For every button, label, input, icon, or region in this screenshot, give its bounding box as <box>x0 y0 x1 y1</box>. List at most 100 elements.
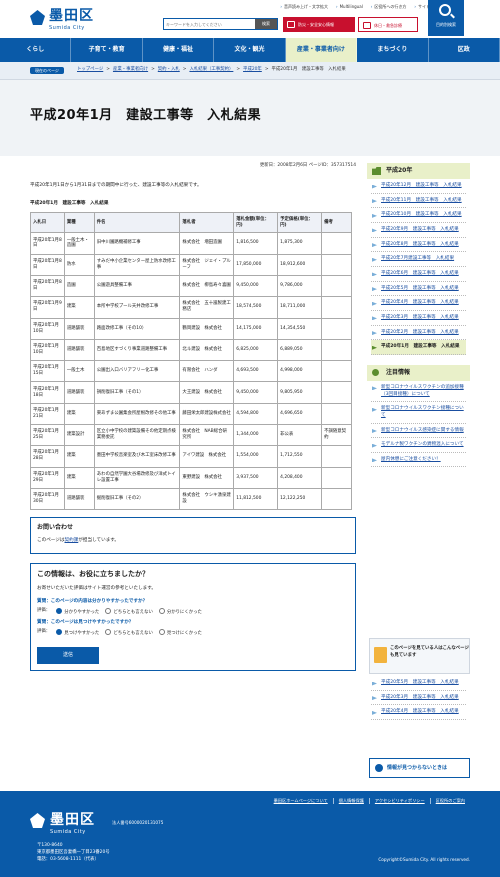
sidebar-item[interactable]: 平成20年6月 建設工事等 入札結果 <box>371 267 466 282</box>
nav-item[interactable]: 文化・観光 <box>214 38 286 62</box>
sidebar-item[interactable]: 平成20年5月 建設工事等 入札結果 <box>371 282 466 297</box>
sidebar-item[interactable]: 平成20年2月 建設工事等 入札結果 <box>371 326 466 341</box>
related-pages-title: このページを見ている人はこんなページも見ています <box>390 646 469 658</box>
contact-text-post: が担当しています。 <box>78 538 120 544</box>
sidebar-item[interactable]: 平成20年3月 建設工事等 入札結果 <box>371 691 466 706</box>
table-cell: 東野建設 株式会社 <box>179 466 235 489</box>
sidebar-link[interactable]: 平成20年4月 建設工事等 入札結果 <box>381 709 459 714</box>
sidebar-link[interactable]: 平成20年4月 建設工事等 入札結果 <box>381 300 459 305</box>
sidebar-link[interactable]: 平成20年10月 建設工事等 入札結果 <box>381 212 462 217</box>
breadcrumb-link[interactable]: トップページ <box>77 67 103 73</box>
emergency-info-button[interactable]: 防災・安全安心情報 <box>283 17 355 32</box>
sidebar-item[interactable]: 平成20年4月 建設工事等 入札結果 <box>371 705 466 720</box>
radio-option[interactable]: 見つけにくかった <box>159 629 202 637</box>
submit-button[interactable]: 送信 <box>37 647 99 665</box>
utility-link[interactable]: 区役所への行き方 <box>371 4 406 9</box>
nav-item-active[interactable]: 産業・事業者向け <box>285 38 358 62</box>
contact-link[interactable]: 契約課 <box>64 538 78 543</box>
not-found-button[interactable]: 情報が見つからないときは <box>369 758 470 778</box>
feedback-options: 評価： 分かりやすかった どちらとも言えない 分かりにくかった <box>37 608 349 616</box>
nav-item[interactable]: 子育て・教育 <box>71 38 143 62</box>
utility-link[interactable]: Multilingual <box>336 4 363 9</box>
sidebar-link[interactable]: 平成20年12月 建設工事等 入札結果 <box>381 183 462 188</box>
radio-option[interactable]: 分かりやすかった <box>56 608 99 616</box>
sidebar-item[interactable]: 新型コロナウイルスワクチンの追加接種（3回目接種）について <box>371 381 466 403</box>
sidebar-item[interactable]: 新型コロナウイルス感染症に関する情報 <box>371 424 466 439</box>
sidebar-link[interactable]: 新型コロナウイルスワクチン接種について <box>381 406 464 418</box>
table-cell: 掘削復旧工事（その2） <box>93 487 181 511</box>
table-cell: 平成20年1月8日 <box>30 232 65 255</box>
rating-label: 評価： <box>37 629 51 635</box>
sidebar-item[interactable]: 新型コロナウイルスワクチン接種について <box>371 402 466 424</box>
nav-item[interactable]: くらし <box>0 38 72 62</box>
sidebar-link[interactable]: 平成20年6月 建設工事等 入札結果 <box>381 271 459 276</box>
col-header: 落札者 <box>179 212 235 234</box>
table-cell: 株式会社 ジェイ・プルーフ <box>179 253 235 276</box>
nav-item[interactable]: 区政 <box>429 38 500 62</box>
footer-link[interactable]: アクセシビリティポリシー <box>368 798 430 804</box>
corporate-number: 法人番号6000020131075 <box>112 820 164 825</box>
table-cell: 一般土木・造園 <box>63 232 95 255</box>
sidebar-item[interactable]: 平成20年4月 建設工事等 入札結果 <box>371 296 466 311</box>
address-line: 東京都墨田区吾妻橋一丁目23番20号 <box>37 849 110 855</box>
footer-link[interactable]: 個人情報保護 <box>332 798 369 804</box>
breadcrumb-link[interactable]: 平成20年 <box>243 67 262 73</box>
holiday-clinic-button[interactable]: 休日・救急診療 <box>358 17 418 32</box>
radio-option[interactable]: 見つけやすかった <box>56 629 99 637</box>
nav-item[interactable]: まちづくり <box>357 38 429 62</box>
table-cell: 平成20年1月21日 <box>30 402 65 425</box>
sidebar-item[interactable]: 平成20年10月 建設工事等 入札結果 <box>371 208 466 223</box>
table-cell: 平成20年1月10日 <box>30 317 65 340</box>
radio-option[interactable]: どちらとも言えない <box>105 608 153 616</box>
sidebar-item[interactable]: モデルナ製ワクチンの異物混入について <box>371 438 466 453</box>
table-cell: 3,937,500 <box>233 466 279 489</box>
feedback-box: この情報は、お役に立ちましたか？ お寄せいただいた評価はサイト運営の参考といたし… <box>30 563 356 672</box>
sidebar-link[interactable]: 平成20年9月 建設工事等 入札結果 <box>381 227 459 232</box>
question-icon <box>375 764 383 772</box>
footer-link[interactable]: 墨田区ホームページについて <box>269 798 333 804</box>
breadcrumb-link[interactable]: 契約・入札 <box>158 67 180 73</box>
col-header: 備考 <box>321 212 352 234</box>
table-cell: 1,816,500 <box>233 232 279 255</box>
nav-item[interactable]: 健康・福祉 <box>143 38 215 62</box>
sidebar-link[interactable]: 平成20年5月 建設工事等 入札結果 <box>381 680 459 685</box>
feedback-question: 質問：このページは見つけやすかったですか？ <box>37 619 134 625</box>
radio-option[interactable]: 分かりにくかった <box>159 608 202 616</box>
table-row: 平成20年1月28日 建築 墨田中学校音楽室及び木工室床改修工事 アイワ建設 株式会社… <box>30 445 352 468</box>
sidebar-item[interactable]: 平成20年8月 建設工事等 入札結果 <box>371 238 466 253</box>
feedback-title: この情報は、お役に立ちましたか？ <box>37 570 149 579</box>
breadcrumb-link[interactable]: 産業・事業者向け <box>113 67 148 73</box>
table-cell: 4,696,650 <box>277 402 323 425</box>
sidebar-link[interactable]: 屋内休憩にご注意ください！ <box>381 457 441 462</box>
attention-section: 注目情報 新型コロナウイルスワクチンの追加接種（3回目接種）について 新型コロナウ… <box>367 364 470 468</box>
sidebar-link[interactable]: モデルナ製ワクチンの異物混入について <box>381 442 464 447</box>
sidebar-link[interactable]: 平成20年11月 建設工事等 入札結果 <box>381 198 462 203</box>
sidebar-link[interactable]: 平成20年5月 建設工事等 入札結果 <box>381 286 459 291</box>
sidebar-link[interactable]: 平成20年8月 建設工事等 入札結果 <box>381 242 459 247</box>
sidebar-item[interactable]: 平成20年12月 建設工事等 入札結果 <box>371 179 466 194</box>
table-cell: 平成20年1月28日 <box>30 445 65 468</box>
radio-option[interactable]: どちらとも言えない <box>105 629 153 637</box>
sidebar-link[interactable]: 新型コロナウイルス感染症に関する情報 <box>381 428 464 433</box>
sidebar-item[interactable]: 平成20年9月 建設工事等 入札結果 <box>371 223 466 238</box>
footer-link[interactable]: 区役所のご案内 <box>429 798 470 804</box>
sidebar-item[interactable]: 屋内休憩にご注意ください！ <box>371 453 466 468</box>
site-logo[interactable]: 墨田区 Sumida City <box>30 8 110 32</box>
sidebar-link[interactable]: 平成20年3月 建設工事等 入札結果 <box>381 695 459 700</box>
sidebar-link[interactable]: 平成20年3月 建設工事等 入札結果 <box>381 315 459 320</box>
sidebar-item[interactable]: 平成20年11月 建設工事等 入札結果 <box>371 194 466 209</box>
sidebar-link[interactable]: 平成20年2月 建設工事等 入札結果 <box>381 330 459 335</box>
sidebar-item[interactable]: 平成20年7月建設工事等 入札結果 <box>371 252 466 267</box>
sidebar-item[interactable]: 平成20年3月 建設工事等 入札結果 <box>371 311 466 326</box>
table-cell: 18,574,500 <box>233 296 279 319</box>
purpose-search-button[interactable]: 目的別検索 <box>428 0 464 36</box>
table-cell: 4,208,400 <box>277 466 323 489</box>
sidebar-link[interactable]: 新型コロナウイルスワクチンの追加接種（3回目接種）について <box>381 385 464 397</box>
col-header: 業種 <box>63 212 95 234</box>
search-button[interactable]: 検索 <box>255 19 277 29</box>
sidebar-link[interactable]: 平成20年7月建設工事等 入札結果 <box>381 256 454 261</box>
utility-link[interactable]: 音声読み上げ・文字拡大 <box>280 4 328 9</box>
sidebar-item[interactable]: 平成20年5月 建設工事等 入札結果 <box>371 676 466 691</box>
breadcrumb-link[interactable]: 入札結果（工事契約） <box>189 67 233 73</box>
search-input[interactable] <box>166 20 256 29</box>
